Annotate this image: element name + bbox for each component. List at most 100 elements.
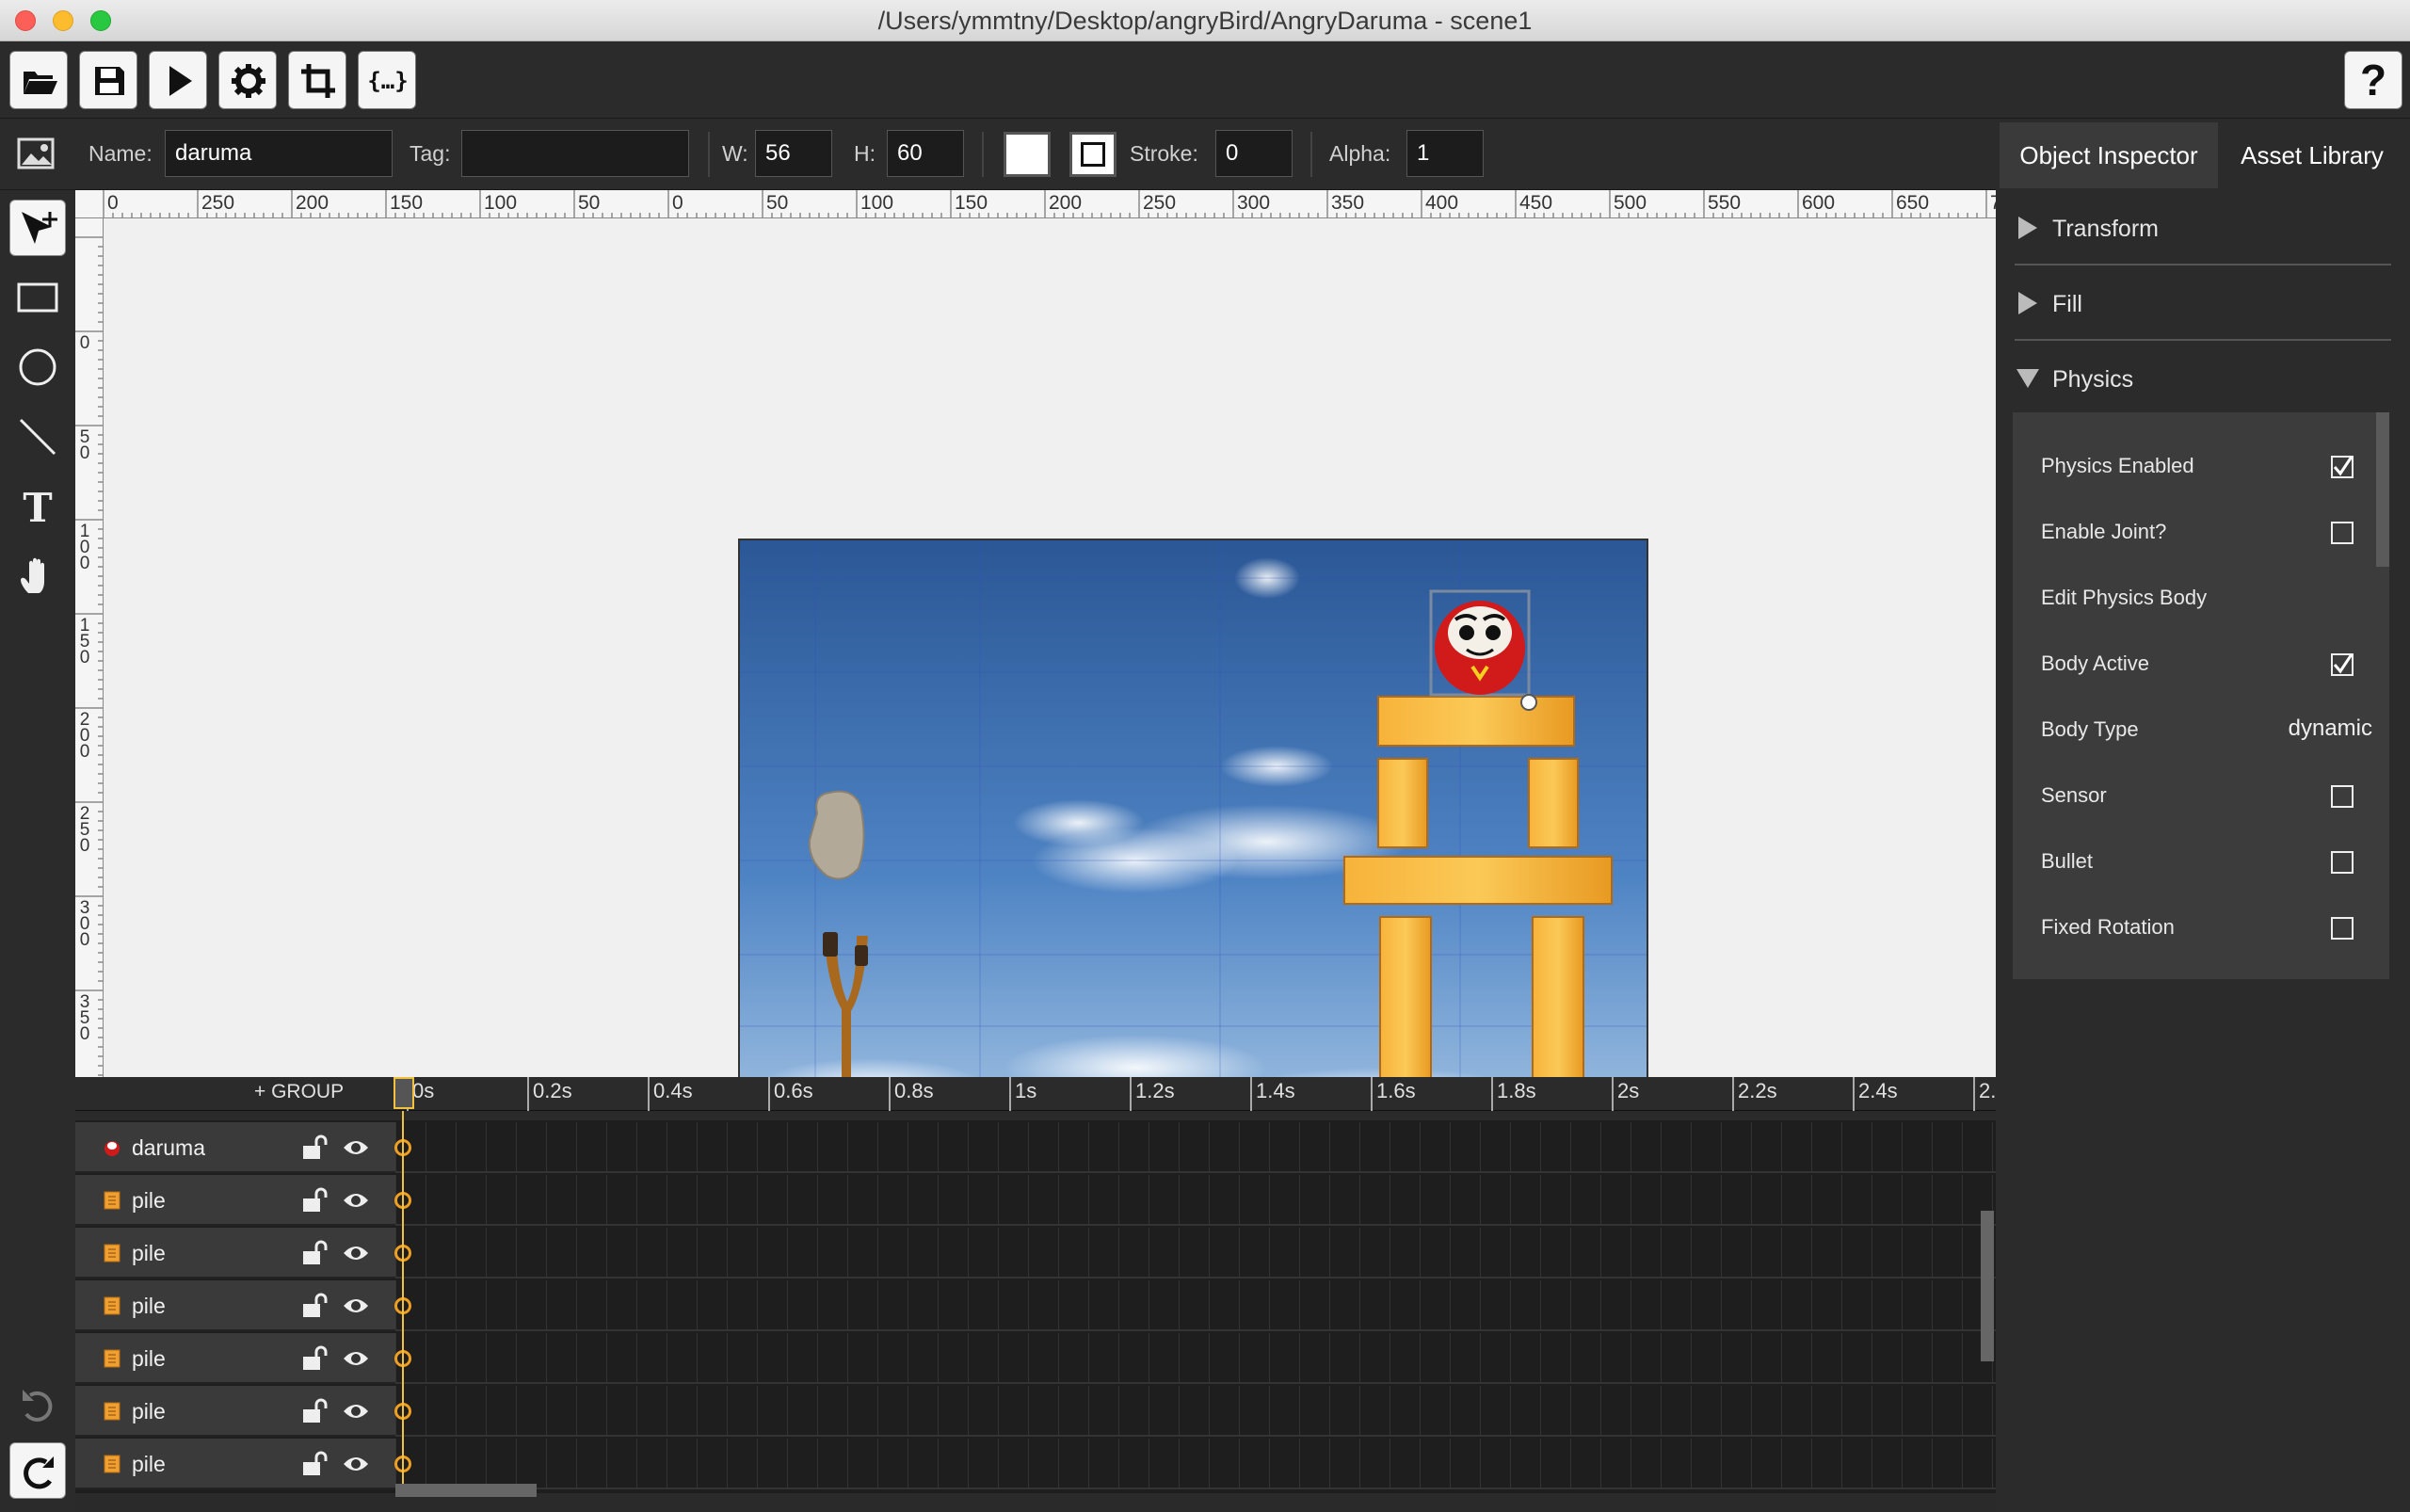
- image-icon[interactable]: [17, 137, 55, 169]
- timeline-vscrollbar[interactable]: [1981, 1211, 1994, 1361]
- tab-object-inspector[interactable]: Object Inspector: [2000, 122, 2218, 188]
- frame-divider: [847, 1333, 848, 1384]
- eye-icon[interactable]: [342, 1348, 370, 1369]
- unlock-icon[interactable]: [301, 1398, 329, 1424]
- section-transform[interactable]: Transform: [2015, 192, 2391, 265]
- eye-icon[interactable]: [342, 1137, 370, 1158]
- timeline-tick-label: 0.8s: [894, 1079, 934, 1102]
- timeline-ruler[interactable]: 0s 0.2s 0.4s 0.6s 0.8s 1s 1.2s 1.4s 1.6s 1.8s 2s 2.…: [395, 1077, 1996, 1111]
- timeline-hscrollbar[interactable]: [395, 1484, 537, 1497]
- unlock-icon[interactable]: [301, 1134, 329, 1161]
- unlock-icon[interactable]: [301, 1293, 329, 1319]
- help-label: ?: [2359, 56, 2387, 105]
- frame-divider: [1329, 1439, 1330, 1489]
- physics-edit-physics-body-label[interactable]: Edit Physics Body: [2041, 586, 2207, 610]
- code-button[interactable]: {…}: [358, 51, 416, 109]
- layer-frames[interactable]: [394, 1280, 1996, 1331]
- unlock-icon[interactable]: [301, 1451, 329, 1477]
- rectangle-tool[interactable]: [9, 269, 66, 326]
- play-button[interactable]: [149, 51, 207, 109]
- eye-icon[interactable]: [342, 1454, 370, 1474]
- tag-input[interactable]: [461, 130, 689, 177]
- layer-frames[interactable]: [394, 1122, 1996, 1173]
- undo-button[interactable]: [9, 1376, 66, 1433]
- frame-divider: [1781, 1228, 1782, 1279]
- layer-row[interactable]: pile: [75, 1439, 395, 1489]
- select-tool[interactable]: [9, 200, 66, 256]
- layer-frames[interactable]: [394, 1333, 1996, 1384]
- physics-fixed-rotation-checkbox[interactable]: [2331, 917, 2354, 940]
- timeline-tick: [1009, 1077, 1011, 1111]
- layer-row[interactable]: pile: [75, 1280, 395, 1331]
- layer-frames[interactable]: [394, 1439, 1996, 1489]
- pile-icon: [104, 1455, 120, 1473]
- frame-divider: [1781, 1122, 1782, 1173]
- timeline-tick: [1973, 1077, 1975, 1111]
- layer-row[interactable]: pile: [75, 1228, 395, 1279]
- frame-divider: [1932, 1122, 1933, 1173]
- frame-divider: [1058, 1386, 1059, 1437]
- frame-divider: [1751, 1175, 1752, 1226]
- physics-enable-joint-checkbox[interactable]: [2331, 522, 2354, 544]
- eye-icon[interactable]: [342, 1190, 370, 1211]
- unlock-icon[interactable]: [301, 1345, 329, 1372]
- frame-divider: [1781, 1386, 1782, 1437]
- tab-asset-library[interactable]: Asset Library: [2218, 122, 2406, 188]
- alpha-input[interactable]: 1: [1406, 130, 1484, 177]
- layer-frames[interactable]: [394, 1228, 1996, 1279]
- help-button[interactable]: ?: [2344, 51, 2402, 109]
- open-button[interactable]: [9, 51, 68, 109]
- fill-color-swatch[interactable]: [1004, 132, 1051, 177]
- section-fill[interactable]: Fill: [2015, 267, 2391, 341]
- frame-divider: [1209, 1280, 1210, 1331]
- width-input[interactable]: 56: [755, 130, 832, 177]
- frame-divider: [998, 1333, 999, 1384]
- scene-view[interactable]: [738, 539, 1648, 1077]
- frame-divider: [1209, 1333, 1210, 1384]
- layer-frames[interactable]: [394, 1386, 1996, 1437]
- name-input[interactable]: daruma: [165, 130, 393, 177]
- hand-tool[interactable]: [9, 548, 66, 604]
- height-input[interactable]: 60: [887, 130, 964, 177]
- crop-button[interactable]: [288, 51, 346, 109]
- frame-divider: [1088, 1280, 1089, 1331]
- section-physics[interactable]: Physics: [2015, 343, 2391, 416]
- layer-row[interactable]: pile: [75, 1333, 395, 1384]
- unlock-icon[interactable]: [301, 1187, 329, 1214]
- frame-divider: [787, 1175, 788, 1226]
- physics-sensor-checkbox[interactable]: [2331, 785, 2354, 808]
- layer-row[interactable]: daruma: [75, 1122, 395, 1173]
- frame-divider: [516, 1333, 517, 1384]
- stroke-input[interactable]: 0: [1215, 130, 1293, 177]
- stage-canvas[interactable]: [104, 218, 1996, 1077]
- ellipse-tool[interactable]: [9, 339, 66, 395]
- frame-divider: [636, 1333, 637, 1384]
- stroke-color-swatch[interactable]: [1069, 132, 1117, 177]
- add-group-button[interactable]: + GROUP: [254, 1081, 344, 1103]
- physics-body-active-checkbox[interactable]: [2331, 653, 2354, 676]
- frame-divider: [1600, 1280, 1601, 1331]
- eye-icon[interactable]: [342, 1295, 370, 1316]
- eye-icon[interactable]: [342, 1401, 370, 1422]
- physics-bullet-checkbox[interactable]: [2331, 851, 2354, 874]
- eye-icon[interactable]: [342, 1243, 370, 1263]
- scrollbar-thumb[interactable]: [2376, 412, 2389, 567]
- physics-body-active-label: Body Active: [2041, 651, 2149, 675]
- cloud: [1013, 799, 1145, 846]
- unlock-icon[interactable]: [301, 1240, 329, 1266]
- layer-frames[interactable]: [394, 1175, 1996, 1226]
- frame-divider: [1841, 1228, 1842, 1279]
- playhead[interactable]: [394, 1077, 414, 1109]
- text-tool[interactable]: T: [9, 478, 66, 535]
- settings-button[interactable]: [218, 51, 277, 109]
- redo-button[interactable]: [9, 1442, 66, 1499]
- save-button[interactable]: [79, 51, 137, 109]
- frame-divider: [1661, 1280, 1662, 1331]
- layer-row[interactable]: pile: [75, 1175, 395, 1226]
- physics-physics-enabled-checkbox[interactable]: [2331, 456, 2354, 478]
- frame-divider: [727, 1175, 728, 1226]
- floppy-disk-icon: [95, 67, 124, 95]
- physics-body-type-value[interactable]: dynamic: [2241, 716, 2372, 742]
- line-tool[interactable]: [9, 409, 66, 465]
- layer-row[interactable]: pile: [75, 1386, 395, 1437]
